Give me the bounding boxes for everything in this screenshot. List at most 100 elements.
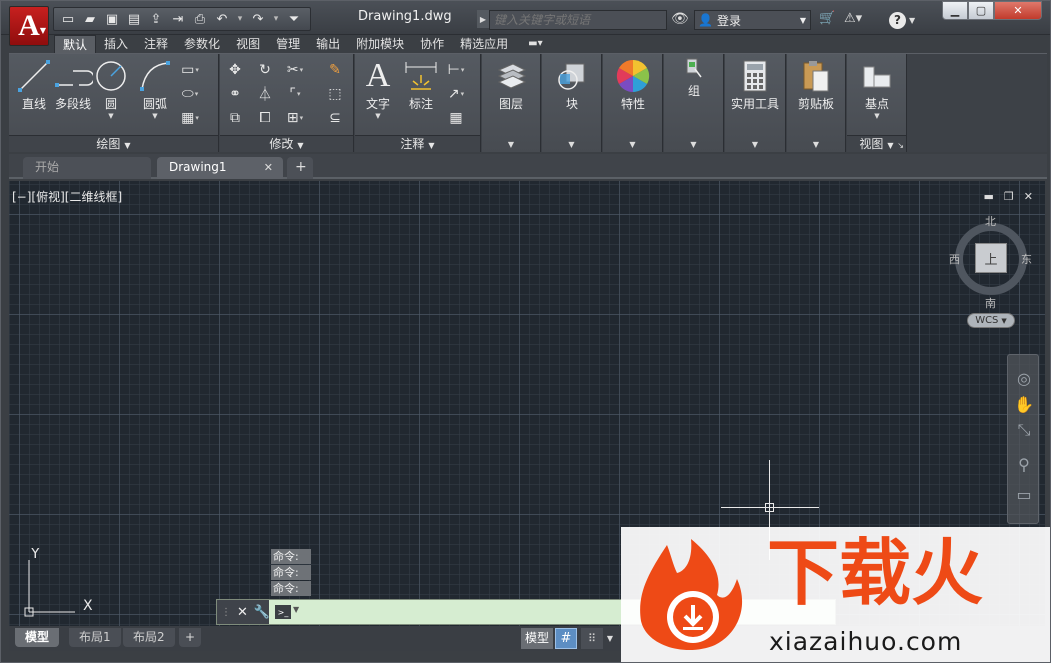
mirror-tool[interactable]: ⏃ — [254, 84, 276, 104]
compass-north[interactable]: 北 — [985, 213, 996, 229]
minimize-button[interactable]: ▁ — [942, 1, 968, 20]
tab-view[interactable]: 视图 — [228, 35, 268, 53]
erase-tool[interactable]: ✎ — [324, 60, 346, 80]
properties-panel[interactable]: 特性 ▼ — [603, 54, 663, 152]
print-icon[interactable]: ⎙ — [190, 10, 210, 28]
model-space-button[interactable]: 模型 — [521, 628, 554, 649]
wcs-menu[interactable]: WCS ▼ — [967, 313, 1015, 328]
panel-launcher-icon[interactable]: ↘ — [897, 141, 904, 150]
linear-dimension-tool[interactable]: ⊢ ▾ — [445, 60, 467, 80]
tab-output[interactable]: 输出 — [308, 35, 348, 53]
fillet-tool[interactable]: ⌜ ▾ — [284, 84, 306, 104]
utilities-panel[interactable]: 实用工具 ▼ — [725, 54, 786, 152]
chevron-down-icon[interactable]: ▼ — [725, 140, 785, 149]
stretch-tool[interactable]: ⧉ — [224, 108, 246, 128]
undo-dropdown-icon[interactable]: ▾ — [234, 10, 246, 28]
orbit-icon[interactable]: ⚲ — [1015, 455, 1033, 474]
dimension-tool[interactable]: 标注 — [397, 59, 445, 112]
customize-wrench-icon[interactable]: 🔧 — [254, 605, 270, 620]
grid-toggle-icon[interactable]: # — [555, 628, 577, 649]
binoculars-icon[interactable]: 👁 — [671, 11, 689, 27]
chevron-down-icon[interactable]: ▼ — [664, 140, 723, 149]
text-tool[interactable]: A 文字 ▼ — [355, 57, 401, 120]
drag-handle-icon[interactable]: ⋮ — [221, 607, 231, 618]
modify-panel-title[interactable]: 修改 ▼ — [220, 135, 353, 152]
a360-icon[interactable]: ⚠▾ — [844, 11, 862, 26]
block-panel[interactable]: 块 ▼ — [542, 54, 602, 152]
open-folder-icon[interactable]: ▰ — [80, 10, 100, 28]
offset-tool[interactable]: ⊆ — [324, 108, 346, 128]
tab-annotate[interactable]: 注释 — [136, 35, 176, 53]
layers-button[interactable]: 图层 — [486, 59, 536, 112]
add-layout-button[interactable]: + — [179, 628, 202, 647]
redo-icon[interactable]: ↷ — [248, 10, 268, 28]
viewport-minimize-icon[interactable]: ▬ — [984, 190, 994, 203]
array-tool[interactable]: ⊞ ▾ — [284, 108, 306, 128]
redo-dropdown-icon[interactable]: ▾ — [270, 10, 282, 28]
layout-tab-model[interactable]: 模型 — [15, 628, 60, 647]
annotation-panel-title[interactable]: 注释 ▼ — [355, 135, 480, 152]
cart-icon[interactable]: 🛒 — [819, 11, 835, 26]
new-file-icon[interactable]: ▭ — [58, 10, 78, 28]
table-tool[interactable]: ▦ — [445, 108, 467, 128]
chevron-down-icon[interactable]: ▼ — [787, 140, 845, 149]
viewport-restore-icon[interactable]: ❐ — [1004, 190, 1014, 203]
arc-tool[interactable]: 圆弧 ▼ — [131, 59, 179, 120]
viewport-controls-label[interactable]: [−][俯视][二维线框] — [12, 188, 122, 205]
trim-tool[interactable]: ✂ ▾ — [284, 60, 306, 80]
clipboard-panel[interactable]: 剪贴板 ▼ — [787, 54, 846, 152]
tab-insert[interactable]: 插入 — [96, 35, 136, 53]
upload-icon[interactable]: ⇪ — [146, 10, 166, 28]
tab-parametric[interactable]: 参数化 — [176, 35, 228, 53]
ellipse-tool[interactable]: ⬭ ▾ — [179, 84, 201, 104]
zoom-extents-icon[interactable]: ⤡ — [1015, 420, 1033, 439]
move-tool[interactable]: ✥ — [224, 60, 246, 80]
group-button[interactable]: 组 — [669, 56, 719, 99]
search-expand-icon[interactable]: ▶ — [477, 10, 489, 28]
rectangle-tool[interactable]: ▭ ▾ — [179, 60, 201, 80]
snap-toggle-icon[interactable]: ⠿ — [581, 628, 603, 649]
undo-icon[interactable]: ↶ — [212, 10, 232, 28]
close-button[interactable]: ✕ — [994, 1, 1042, 20]
tab-manage[interactable]: 管理 — [268, 35, 308, 53]
viewcube-top-face[interactable]: 上 — [975, 243, 1007, 273]
save-icon[interactable]: ▣ — [102, 10, 122, 28]
login-dropdown[interactable]: 👤 登录 ▼ — [694, 10, 811, 30]
leader-tool[interactable]: ↗ ▾ — [445, 84, 467, 104]
hatch-tool[interactable]: ▦ ▾ — [179, 108, 201, 128]
command-prompt-icon[interactable]: >_ — [275, 605, 291, 619]
base-point-button[interactable]: 基点 ▼ — [852, 59, 902, 120]
close-tab-icon[interactable]: ✕ — [264, 157, 273, 178]
compass-south[interactable]: 南 — [985, 295, 996, 311]
chevron-down-icon[interactable]: ▼ — [293, 605, 299, 614]
file-tab-drawing1[interactable]: Drawing1 ✕ — [157, 157, 283, 179]
layout-tab-layout2[interactable]: 布局2 — [123, 628, 175, 647]
tab-addins[interactable]: 附加模块 — [348, 35, 412, 53]
save-as-icon[interactable]: ▤ — [124, 10, 144, 28]
application-menu-button[interactable]: A ▼ — [9, 6, 49, 46]
group-panel[interactable]: 组 ▼ — [664, 54, 724, 152]
maximize-button[interactable]: ▢ — [968, 1, 994, 20]
layout-tab-layout1[interactable]: 布局1 — [69, 628, 121, 647]
close-command-line-icon[interactable]: ✕ — [237, 605, 248, 620]
layers-panel[interactable]: 图层 ▼ — [482, 54, 541, 152]
chevron-down-icon[interactable]: ▼ — [482, 140, 540, 149]
chevron-down-icon[interactable]: ▼ — [542, 140, 601, 149]
chevron-down-icon[interactable]: ▼ — [604, 628, 616, 649]
circle-tool[interactable]: 圆 ▼ — [89, 59, 133, 120]
tab-featured-apps[interactable]: 精选应用 — [452, 35, 516, 53]
chevron-down-icon[interactable]: ▼ — [603, 140, 662, 149]
clipboard-button[interactable]: 剪贴板 — [791, 59, 841, 112]
explode-tool[interactable]: ⬚ — [324, 84, 346, 104]
share-icon[interactable]: ⇥ — [168, 10, 188, 28]
scale-tool[interactable]: ⧠ — [254, 108, 276, 128]
draw-panel-title[interactable]: 绘图 ▼ — [9, 135, 218, 152]
file-tab-start[interactable]: 开始 — [23, 157, 151, 179]
tab-home[interactable]: 默认 — [54, 35, 97, 53]
viewport-close-icon[interactable]: ✕ — [1024, 190, 1033, 203]
compass-west[interactable]: 西 — [949, 251, 960, 267]
viewcube[interactable]: 北 南 东 西 上 — [949, 211, 1039, 311]
showmotion-icon[interactable]: ▭ — [1015, 485, 1033, 504]
search-input[interactable] — [489, 10, 667, 30]
new-tab-button[interactable]: + — [287, 157, 313, 179]
